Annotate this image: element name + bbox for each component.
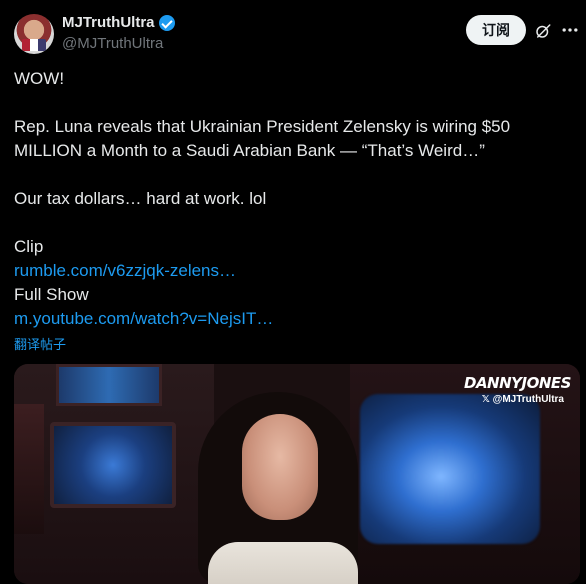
author-block: MJTruthUltra @MJTruthUltra [62,14,175,52]
speaker-face [242,414,318,520]
author-handle[interactable]: @MJTruthUltra [62,35,175,52]
subscribe-button[interactable]: 订阅 [466,15,526,45]
watermark-handle: 𝕏 @MJTruthUltra [481,394,564,405]
grok-icon[interactable] [534,22,552,40]
post-line-tax: Our tax dollars… hard at work. lol [14,189,267,208]
author-name-row[interactable]: MJTruthUltra [62,14,175,31]
more-icon[interactable] [560,20,580,40]
post-text: WOW! Rep. Luna reveals that Ukrainian Pr… [14,67,574,331]
background-screen [360,394,540,544]
studio-panel [14,404,44,534]
author-display-name[interactable]: MJTruthUltra [62,14,155,31]
speaker-figure [184,392,384,584]
post-line-wow: WOW! [14,69,65,88]
post-line-main: Rep. Luna reveals that Ukrainian Preside… [14,117,511,160]
video-thumbnail[interactable]: DANNYJONES 𝕏 @MJTruthUltra [14,364,580,584]
full-show-label: Full Show [14,285,89,304]
full-show-link[interactable]: m.youtube.com/watch?v=NejsIT… [14,307,574,331]
translate-post-link[interactable]: 翻译帖子 [14,334,66,353]
watermark-logo: DANNYJONES [464,374,571,392]
background-monitor [56,364,162,406]
verified-badge-icon[interactable] [158,14,175,31]
post-header: MJTruthUltra @MJTruthUltra 订阅 [14,12,580,56]
speaker-jacket [208,542,358,584]
video-watermark: DANNYJONES 𝕏 @MJTruthUltra [464,374,571,405]
clip-link[interactable]: rumble.com/v6zzjqk-zelens… [14,259,574,283]
avatar[interactable] [14,14,54,54]
background-monitor [50,422,176,508]
clip-label: Clip [14,237,44,256]
